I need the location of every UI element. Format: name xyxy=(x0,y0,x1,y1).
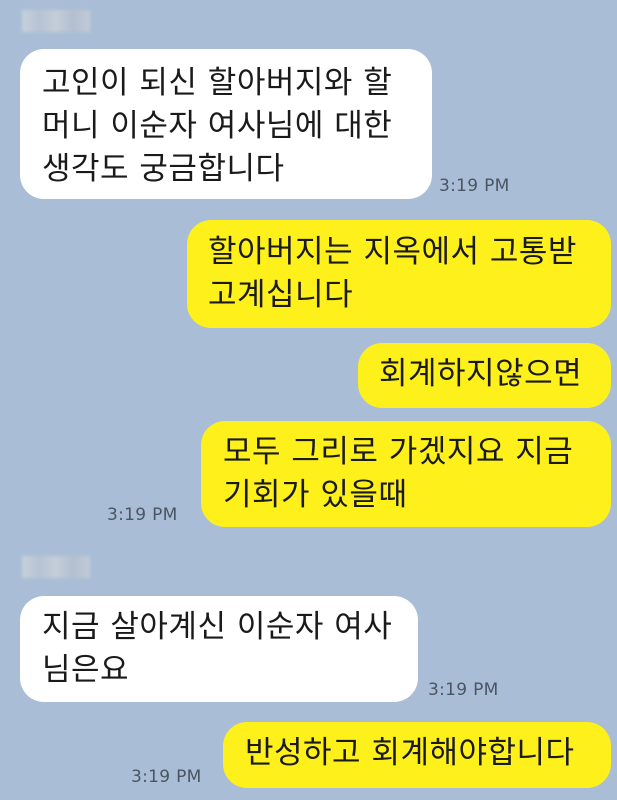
message-text-line: 반성하고 회계해야합니다 xyxy=(245,735,575,771)
chat-bubble-received[interactable]: 지금 살아계신 이순자 여사 님은요 xyxy=(20,596,418,702)
message-text-line: 님은요 xyxy=(42,652,130,688)
message-text-line: 고계십니다 xyxy=(208,277,354,313)
chat-bubble-sent[interactable]: 모두 그리로 가겠지요 지금 기회가 있을때 xyxy=(201,421,611,527)
message-text-line: 고인이 되신 할아버지와 할 xyxy=(42,65,393,101)
message-timestamp: 3:19 PM xyxy=(131,767,202,787)
chat-bubble-received[interactable]: 고인이 되신 할아버지와 할 머니 이순자 여사님에 대한 생각도 궁금합니다 xyxy=(20,49,432,199)
message-text-line: 할아버지는 지옥에서 고통받 xyxy=(208,234,577,270)
message-text-line: 생각도 궁금합니다 xyxy=(42,151,285,187)
message-timestamp: 3:19 PM xyxy=(107,505,178,525)
chat-bubble-sent[interactable]: 반성하고 회계해야합니다 xyxy=(223,722,611,788)
sender-name-blurred xyxy=(22,10,90,32)
chat-bubble-sent[interactable]: 회계하지않으면 xyxy=(358,343,611,408)
message-text-line: 지금 살아계신 이순자 여사 xyxy=(42,609,393,645)
message-text-line: 회계하지않으면 xyxy=(379,356,583,392)
message-text-line: 모두 그리로 가겠지요 지금 xyxy=(223,434,574,470)
chat-bubble-sent[interactable]: 할아버지는 지옥에서 고통받 고계십니다 xyxy=(187,220,611,328)
message-text-line: 머니 이순자 여사님에 대한 xyxy=(42,108,393,144)
message-text-line: 기회가 있을때 xyxy=(223,477,408,513)
sender-name-blurred xyxy=(22,556,90,578)
message-timestamp: 3:19 PM xyxy=(439,176,510,196)
message-timestamp: 3:19 PM xyxy=(428,680,499,700)
